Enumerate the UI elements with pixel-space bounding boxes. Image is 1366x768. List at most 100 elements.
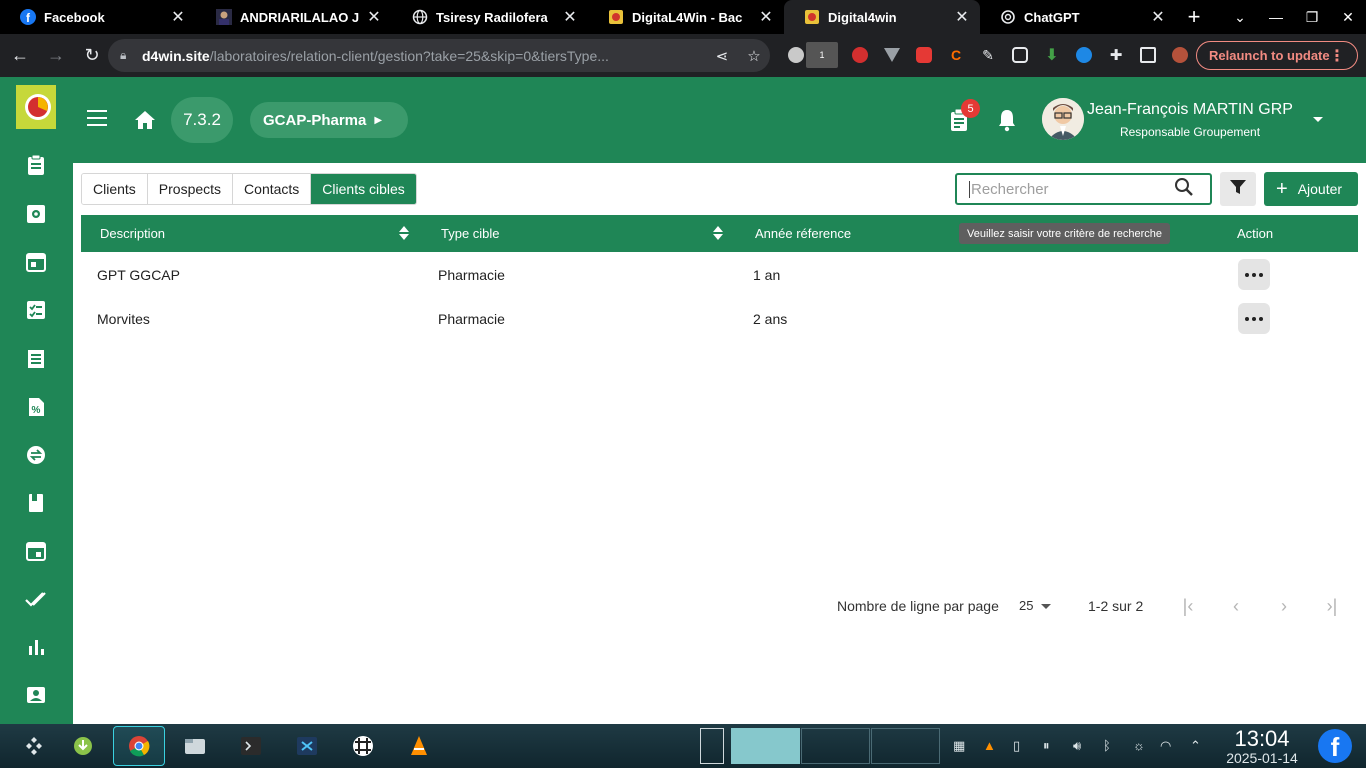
profile-avatar-icon[interactable] xyxy=(1164,42,1196,68)
document-list-icon[interactable] xyxy=(24,347,48,371)
extension-bird-icon[interactable] xyxy=(1068,42,1100,68)
organization-selector[interactable]: GCAP-Pharma ▶ xyxy=(250,102,408,138)
extension-hand-icon[interactable] xyxy=(844,42,876,68)
column-header-type-cible[interactable]: Type cible xyxy=(441,226,500,241)
checklist-icon[interactable] xyxy=(24,298,48,322)
vlc-tray-icon[interactable]: ▲ xyxy=(983,738,996,753)
close-icon[interactable]: ✕ xyxy=(562,7,578,27)
table-row[interactable]: Morvites Pharmacie 2 ans xyxy=(81,296,1358,340)
lock-icon[interactable]: 🔒︎ xyxy=(120,48,134,63)
contact-card-icon[interactable] xyxy=(24,683,48,707)
browser-tab-tsiresy[interactable]: Tsiresy Radiloferа ✕ xyxy=(392,0,588,34)
search-icon[interactable] xyxy=(1174,177,1196,202)
volume-tray-icon[interactable]: 🔊︎ xyxy=(1073,738,1081,754)
chevron-down-icon[interactable] xyxy=(1041,604,1051,609)
browser-tab-andriarilalao[interactable]: ANDRIARILALAO J ✕ xyxy=(196,0,392,34)
forward-button[interactable]: → xyxy=(40,40,72,72)
percent-document-icon[interactable]: % xyxy=(24,395,48,419)
add-button[interactable]: + Ajouter xyxy=(1264,172,1358,206)
user-avatar[interactable] xyxy=(1042,98,1084,140)
tab-clients[interactable]: Clients xyxy=(82,174,148,204)
pause-tray-icon[interactable]: ⏸ xyxy=(1043,738,1050,754)
book-icon[interactable] xyxy=(24,491,48,515)
bar-chart-icon[interactable] xyxy=(24,635,48,659)
reload-button[interactable]: ↻ xyxy=(76,40,108,72)
rows-per-page-select[interactable]: 25 xyxy=(1019,598,1033,613)
brightness-tray-icon[interactable]: ☼ xyxy=(1133,738,1145,753)
clock-time[interactable]: 13:04 xyxy=(1222,726,1302,752)
back-button[interactable]: ← xyxy=(4,40,36,72)
tab-clients-cibles[interactable]: Clients cibles xyxy=(311,174,416,204)
extension-ublock-icon[interactable]: 1 xyxy=(806,42,844,68)
vlc-icon[interactable] xyxy=(393,726,445,766)
maximize-button[interactable]: ❐ xyxy=(1294,0,1330,34)
row-actions-button[interactable] xyxy=(1238,303,1270,334)
clipboard-icon[interactable] xyxy=(24,153,48,177)
desktop-pager-4[interactable] xyxy=(871,728,940,764)
clock-date[interactable]: 2025-01-14 xyxy=(1214,750,1310,766)
browser-tab-digital4win[interactable]: Digital4win ✕ xyxy=(784,0,980,34)
bell-icon[interactable] xyxy=(996,108,1018,132)
tab-contacts[interactable]: Contacts xyxy=(233,174,312,204)
browser-tab-digital4win-back[interactable]: DigitaL4Win - Bac ✕ xyxy=(588,0,784,34)
address-bar[interactable]: 🔒︎ d4win.site/laboratoires/relation-clie… xyxy=(108,39,770,72)
extension-cc-icon[interactable]: C xyxy=(940,42,972,68)
search-input[interactable]: Rechercher xyxy=(955,173,1212,205)
terminal-icon[interactable] xyxy=(225,726,277,766)
bluetooth-tray-icon[interactable]: ᛒ xyxy=(1103,738,1111,753)
double-check-icon[interactable] xyxy=(24,587,48,611)
home-icon[interactable] xyxy=(133,108,157,132)
close-icon[interactable]: ✕ xyxy=(170,7,186,27)
extension-red-icon[interactable] xyxy=(908,42,940,68)
browser-tab-chatgpt[interactable]: ChatGPT ✕ xyxy=(980,0,1176,34)
first-page-icon[interactable]: |‹ xyxy=(1176,596,1200,616)
exchange-icon[interactable] xyxy=(24,443,48,467)
next-page-icon[interactable]: › xyxy=(1272,596,1296,616)
grid-app-icon[interactable] xyxy=(337,726,389,766)
extension-eyedropper-icon[interactable]: ✎ xyxy=(972,42,1004,68)
clipboard-tray-icon[interactable]: ▦ xyxy=(953,738,965,754)
extension-window-icon[interactable] xyxy=(1004,42,1036,68)
row-actions-button[interactable] xyxy=(1238,259,1270,290)
battery-tray-icon[interactable]: ▯ xyxy=(1013,738,1020,754)
column-header-annee-reference[interactable]: Année réference xyxy=(755,226,851,241)
relaunch-to-update-button[interactable]: Relaunch to update ⋮ xyxy=(1196,41,1358,70)
minimize-button[interactable]: — xyxy=(1258,0,1294,34)
close-icon[interactable]: ✕ xyxy=(954,7,970,27)
wifi-tray-icon[interactable]: ◠ xyxy=(1160,738,1171,754)
browser-tab-facebook[interactable]: f Facebook ✕ xyxy=(0,0,196,34)
desktop-pager-1[interactable] xyxy=(700,728,724,764)
tray-expand-chevron-icon[interactable]: ⌃ xyxy=(1190,738,1201,754)
desktop-pager-3[interactable] xyxy=(801,728,870,764)
chrome-app-icon[interactable] xyxy=(113,726,165,766)
tab-search-chevron-icon[interactable]: ⌄ xyxy=(1222,0,1258,34)
sort-icon[interactable] xyxy=(399,225,409,241)
settings-box-icon[interactable] xyxy=(24,202,48,226)
side-panel-icon[interactable] xyxy=(1132,42,1164,68)
share-icon[interactable]: ⋖ xyxy=(706,47,738,65)
extension-vue-icon[interactable] xyxy=(876,42,908,68)
app-logo[interactable] xyxy=(16,85,56,129)
bookmark-star-icon[interactable]: ☆ xyxy=(738,47,770,65)
last-page-icon[interactable]: ›| xyxy=(1320,596,1344,616)
filter-button[interactable] xyxy=(1220,172,1256,206)
table-row[interactable]: GPT GGCAP Pharmacie 1 an xyxy=(81,252,1358,296)
app-launcher-icon[interactable] xyxy=(8,726,60,766)
desktop-pager-2[interactable] xyxy=(731,728,800,764)
extension-download-icon[interactable]: ⬇ xyxy=(1036,42,1068,68)
event-calendar-icon[interactable] xyxy=(24,539,48,563)
facebook-tray-icon[interactable]: f xyxy=(1318,729,1352,763)
close-icon[interactable]: ✕ xyxy=(366,7,382,27)
close-icon[interactable]: ✕ xyxy=(758,7,774,27)
hamburger-menu-icon[interactable] xyxy=(87,110,107,131)
column-header-description[interactable]: Description xyxy=(100,226,165,241)
user-menu-caret-icon[interactable] xyxy=(1313,117,1323,122)
tab-prospects[interactable]: Prospects xyxy=(147,174,234,204)
close-icon[interactable]: ✕ xyxy=(1150,7,1166,27)
new-tab-button[interactable]: + xyxy=(1176,0,1212,34)
vscode-icon[interactable] xyxy=(281,726,333,766)
calendar-icon[interactable] xyxy=(24,250,48,274)
downloader-app-icon[interactable] xyxy=(57,726,109,766)
close-window-button[interactable]: ✕ xyxy=(1330,0,1366,34)
sort-icon[interactable] xyxy=(713,225,723,241)
